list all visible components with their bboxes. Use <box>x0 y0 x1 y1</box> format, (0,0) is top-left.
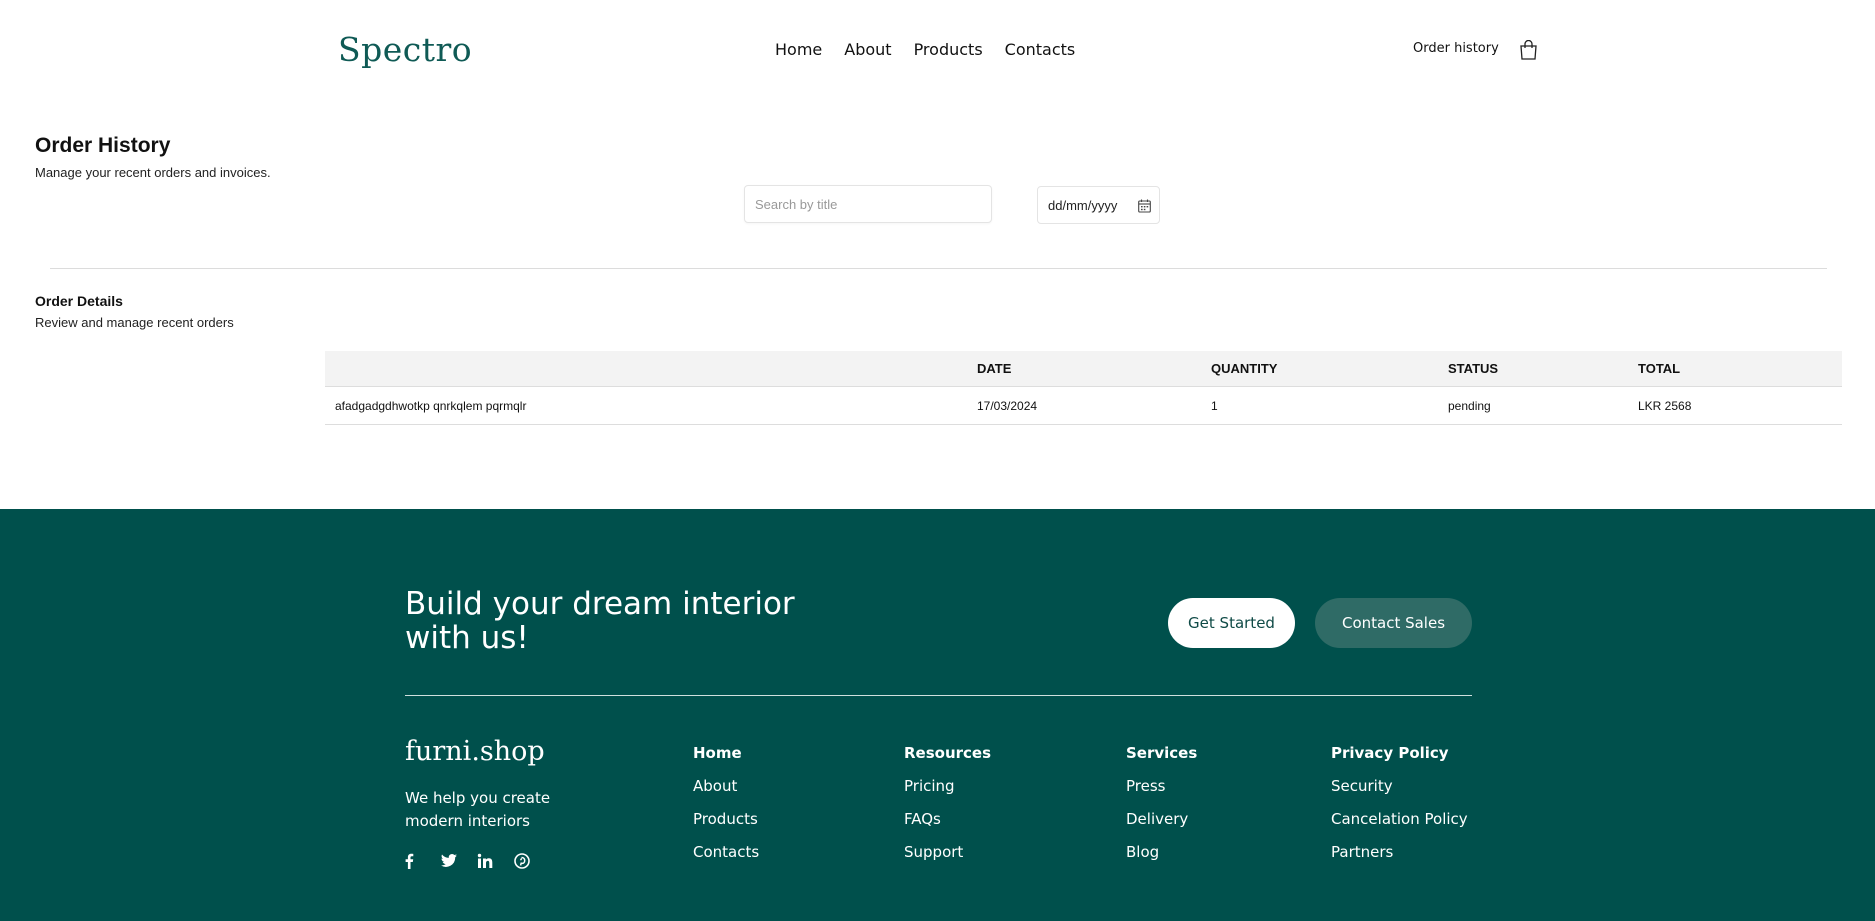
cell-status: pending <box>1448 398 1491 413</box>
date-input[interactable]: dd/mm/yyyy <box>1037 186 1160 224</box>
social-links <box>403 853 551 871</box>
table-row[interactable]: afadgadgdhwotkp qnrkqlem pqrmqlr 17/03/2… <box>325 387 1842 425</box>
order-history-link[interactable]: Order history <box>1413 41 1499 56</box>
nav-products[interactable]: Products <box>914 40 983 59</box>
twitter-icon[interactable] <box>440 853 477 871</box>
orders-table: DATE QUANTITY STATUS TOTAL afadgadgdhwot… <box>325 351 1842 425</box>
cell-quantity: 1 <box>1211 398 1218 413</box>
cta-heading: Build your dream interior with us! <box>405 586 795 656</box>
footer-link-security[interactable]: Security <box>1331 777 1468 810</box>
footer-link-services[interactable]: Services <box>1126 744 1197 777</box>
section-divider <box>50 268 1827 269</box>
contact-sales-button[interactable]: Contact Sales <box>1315 598 1472 648</box>
column-header-total: TOTAL <box>1638 361 1681 376</box>
site-header: Spectro Home About Products Contacts Ord… <box>0 0 1875 100</box>
footer-link-blog[interactable]: Blog <box>1126 843 1197 876</box>
site-footer: Build your dream interior with us! Get S… <box>0 509 1875 921</box>
footer-column-2: Resources Pricing FAQs Support <box>904 744 991 876</box>
search-input[interactable] <box>744 185 992 223</box>
nav-about[interactable]: About <box>844 40 891 59</box>
calendar-icon[interactable] <box>1138 199 1151 213</box>
cell-total: LKR 2568 <box>1638 398 1692 413</box>
footer-link-contacts[interactable]: Contacts <box>693 843 759 876</box>
linkedin-icon[interactable] <box>477 853 514 871</box>
footer-link-resources[interactable]: Resources <box>904 744 991 777</box>
nav-contacts[interactable]: Contacts <box>1005 40 1076 59</box>
footer-column-3: Services Press Delivery Blog <box>1126 744 1197 876</box>
footer-link-products[interactable]: Products <box>693 810 759 843</box>
footer-link-pricing[interactable]: Pricing <box>904 777 991 810</box>
date-placeholder: dd/mm/yyyy <box>1048 197 1118 213</box>
footer-column-1: Home About Products Contacts <box>693 744 759 876</box>
footer-link-home[interactable]: Home <box>693 744 759 777</box>
footer-link-press[interactable]: Press <box>1126 777 1197 810</box>
order-details-subtitle: Review and manage recent orders <box>35 315 234 330</box>
footer-link-cancelation-policy[interactable]: Cancelation Policy <box>1331 810 1468 843</box>
footer-link-delivery[interactable]: Delivery <box>1126 810 1197 843</box>
column-header-status: STATUS <box>1448 361 1499 376</box>
footer-brand[interactable]: furni.shop <box>405 736 545 767</box>
footer-link-about[interactable]: About <box>693 777 759 810</box>
nav-home[interactable]: Home <box>775 40 822 59</box>
get-started-button[interactable]: Get Started <box>1168 598 1295 648</box>
footer-tagline: We help you create modern interiors <box>405 789 551 830</box>
footer-column-4: Privacy Policy Security Cancelation Poli… <box>1331 744 1468 876</box>
cell-date: 17/03/2024 <box>977 398 1038 413</box>
page-title: Order History <box>35 134 171 157</box>
footer-divider <box>405 695 1472 696</box>
cell-title: afadgadgdhwotkp qnrkqlem pqrmqlr <box>335 398 527 413</box>
page-subtitle: Manage your recent orders and invoices. <box>35 165 271 180</box>
table-header: DATE QUANTITY STATUS TOTAL <box>325 351 1842 387</box>
facebook-icon[interactable] <box>403 853 440 871</box>
footer-link-privacy-policy[interactable]: Privacy Policy <box>1331 744 1468 777</box>
footer-link-partners[interactable]: Partners <box>1331 843 1468 876</box>
pinterest-icon[interactable] <box>514 853 551 871</box>
column-header-date: DATE <box>977 361 1012 376</box>
order-details-title: Order Details <box>35 293 123 309</box>
column-header-quantity: QUANTITY <box>1211 361 1278 376</box>
footer-link-faqs[interactable]: FAQs <box>904 810 991 843</box>
site-logo[interactable]: Spectro <box>338 30 472 69</box>
shopping-bag-icon[interactable] <box>1519 40 1538 60</box>
main-nav: Home About Products Contacts <box>775 40 1097 59</box>
footer-link-support[interactable]: Support <box>904 843 991 876</box>
